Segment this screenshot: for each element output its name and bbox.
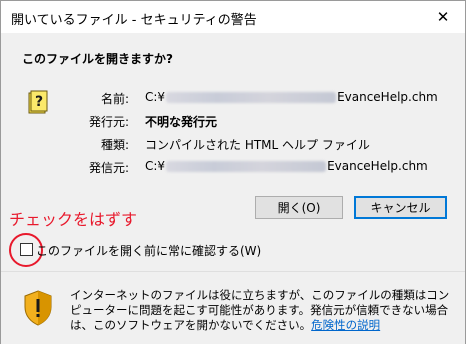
close-button[interactable]: ✕: [421, 1, 465, 33]
cancel-button[interactable]: キャンセル: [354, 196, 447, 219]
type-value: コンパイルされた HTML ヘルプ ファイル: [145, 138, 370, 152]
source-value: C:¥ EvanceHelp.chm: [145, 159, 428, 173]
source-suffix: EvanceHelp.chm: [327, 159, 428, 173]
close-icon: ✕: [436, 8, 450, 26]
security-warning-dialog: 開いているファイル - セキュリティの警告 ✕ このファイルを開きますか? ? …: [0, 0, 466, 344]
warning-text: インターネットのファイルは役に立ちますが、このファイルの種類はコンピューターに問…: [70, 288, 450, 332]
window-title: 開いているファイル - セキュリティの警告: [11, 13, 257, 28]
name-label: 名前:: [100, 92, 129, 106]
source-prefix: C:¥: [145, 159, 166, 173]
annotation-text: チェックをはずす: [9, 210, 138, 229]
always-ask-checkbox[interactable]: [20, 243, 33, 256]
warning-shield-icon: [24, 290, 52, 326]
name-prefix: C:¥: [145, 90, 166, 104]
open-button[interactable]: 開く(O): [255, 196, 343, 219]
name-suffix: EvanceHelp.chm: [337, 90, 438, 104]
always-ask-label[interactable]: このファイルを開く前に常に確認する(W): [36, 242, 261, 259]
publisher-value: 不明な発行元: [145, 115, 218, 129]
redacted-path: [166, 161, 327, 172]
risk-explanation-link[interactable]: 危険性の説明: [311, 318, 380, 332]
source-label: 発信元:: [88, 161, 129, 175]
dialog-question: このファイルを開きますか?: [22, 52, 173, 66]
publisher-label: 発行元:: [88, 115, 129, 129]
warning-footer: インターネットのファイルは役に立ちますが、このファイルの種類はコンピューターに問…: [1, 271, 465, 344]
name-value: C:¥ EvanceHelp.chm: [145, 90, 438, 104]
svg-text:?: ?: [35, 94, 43, 110]
warning-message: インターネットのファイルは役に立ちますが、このファイルの種類はコンピューターに問…: [70, 288, 450, 333]
redacted-path: [166, 92, 337, 103]
type-label: 種類:: [100, 138, 129, 152]
help-file-icon: ?: [28, 90, 48, 114]
title-bar: 開いているファイル - セキュリティの警告 ✕: [1, 1, 465, 33]
